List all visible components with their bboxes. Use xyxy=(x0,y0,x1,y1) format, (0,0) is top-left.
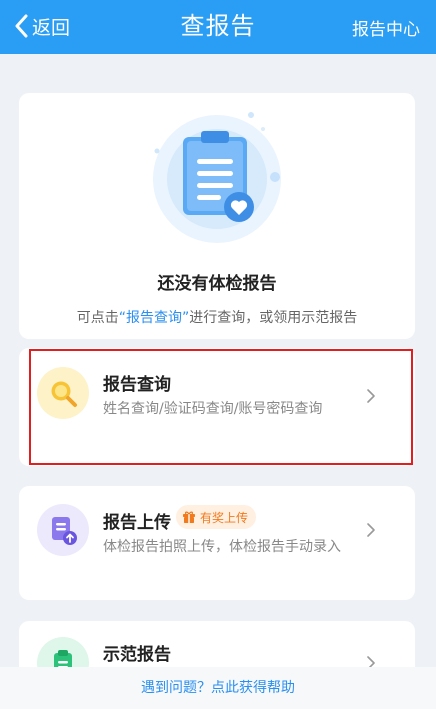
reward-upload-badge-label: 有奖上传 xyxy=(200,510,249,525)
report-upload-card[interactable]: 报告上传 有奖上传 体检报告拍照上传，体检报告手动录入 xyxy=(19,486,415,600)
document-upload-icon xyxy=(37,504,89,556)
chevron-right-icon xyxy=(367,389,375,403)
content-scroll-area[interactable]: 还没有体检报告 可点击“报告查询”进行查询，或领用示范报告 报告查询 姓名查询/… xyxy=(0,54,436,667)
report-query-inline-link[interactable]: “报告查询” xyxy=(119,310,190,326)
top-navbar: 返回 查报告 报告中心 xyxy=(0,0,436,54)
report-query-card[interactable]: 报告查询 姓名查询/验证码查询/账号密码查询 xyxy=(19,348,415,466)
demo-report-title: 示范报告 xyxy=(103,645,171,665)
clipboard-heart-icon xyxy=(153,112,281,243)
report-upload-title: 报告上传 xyxy=(103,513,171,533)
report-query-title: 报告查询 xyxy=(103,375,171,395)
report-upload-subtitle: 体检报告拍照上传，体检报告手动录入 xyxy=(103,539,341,555)
empty-state-card: 还没有体检报告 可点击“报告查询”进行查询，或领用示范报告 xyxy=(19,93,415,339)
chevron-right-icon xyxy=(367,523,375,537)
clipboard-icon xyxy=(37,637,89,667)
demo-report-card[interactable]: 示范报告 xyxy=(19,621,415,667)
empty-desc-suffix: 进行查询，或领用示范报告 xyxy=(189,310,358,326)
reward-upload-badge: 有奖上传 xyxy=(176,505,257,529)
empty-state-title: 还没有体检报告 xyxy=(157,274,277,294)
report-query-subtitle: 姓名查询/验证码查询/账号密码查询 xyxy=(103,401,323,417)
help-link[interactable]: 遇到问题？点此获得帮助 xyxy=(0,667,436,709)
empty-desc-prefix: 可点击 xyxy=(76,310,119,326)
report-center-link[interactable]: 报告中心 xyxy=(352,15,420,40)
magnifier-icon xyxy=(37,367,89,419)
chevron-right-icon xyxy=(367,656,375,667)
gift-icon xyxy=(183,511,195,523)
empty-state-description: 可点击“报告查询”进行查询，或领用示范报告 xyxy=(19,307,415,327)
